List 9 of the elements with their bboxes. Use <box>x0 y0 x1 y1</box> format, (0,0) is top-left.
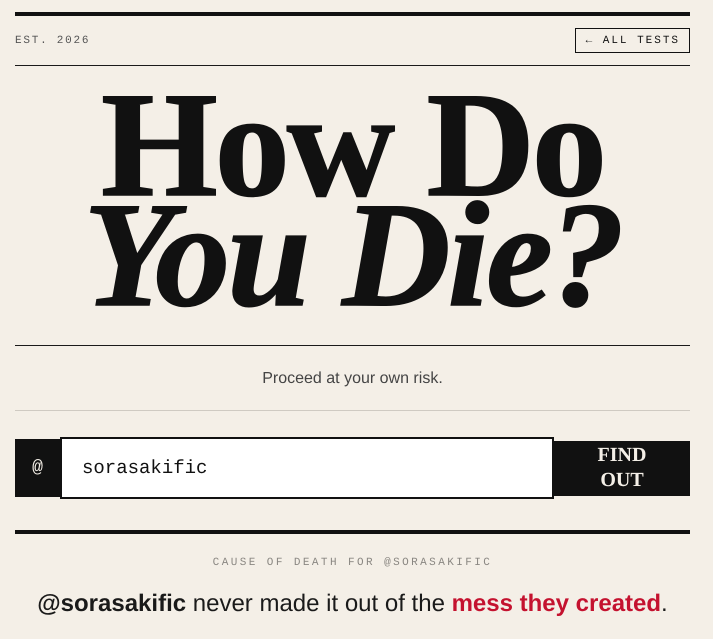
result-sentence: @sorasakific never made it out of the mess they created. <box>37 589 668 619</box>
headline: How Do You Die? <box>83 90 622 310</box>
established-text: EST. 2026 <box>15 34 90 46</box>
username-field[interactable]: sorasakific <box>60 437 554 499</box>
tagline: Proceed at your own risk. <box>262 369 443 388</box>
at-prefix: @ <box>15 439 60 497</box>
find-out-button[interactable]: FIND OUT <box>554 440 690 496</box>
result-label: CAUSE OF DEATH FOR @SORASAKIFIC <box>212 556 492 570</box>
all-tests-button[interactable]: ← ALL TESTS <box>574 28 690 53</box>
